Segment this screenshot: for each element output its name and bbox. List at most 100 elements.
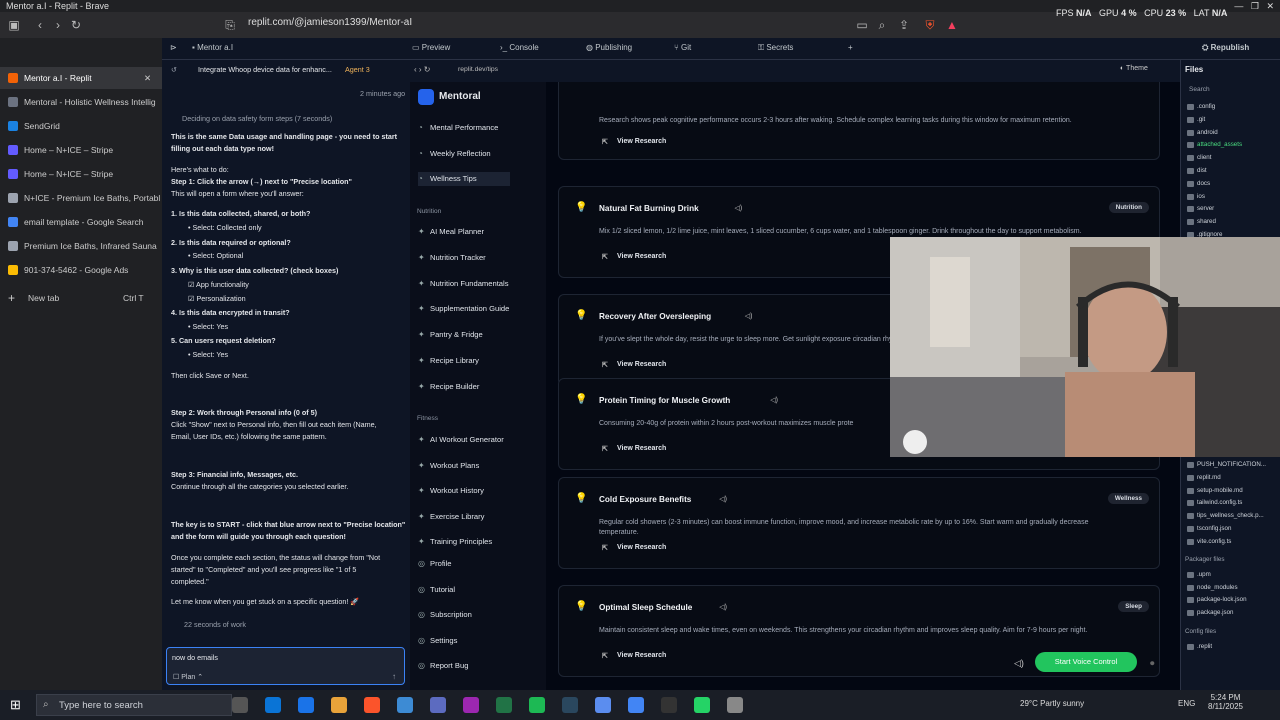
new-tab-button[interactable]: + New tab Ctrl T: [0, 287, 162, 309]
brave-shield-icon[interactable]: ⛨: [922, 17, 938, 33]
weather[interactable]: 29°C Partly sunny: [1020, 699, 1084, 708]
chat-input-box[interactable]: now do emails ☐ Plan ⌃ ↑: [166, 647, 405, 685]
file-item[interactable]: vite.config.ts: [1186, 537, 1231, 547]
file-item[interactable]: package-lock.json: [1187, 595, 1247, 605]
tab-git[interactable]: ⑂ Git: [674, 43, 691, 52]
file-item[interactable]: tailwind.config.ts: [1186, 498, 1242, 508]
sidebar-toggle-icon[interactable]: ▣: [6, 17, 22, 33]
browser-tab[interactable]: Home – N+ICE – Stripe: [0, 163, 162, 185]
nav-item[interactable]: ✦ Workout History: [418, 484, 484, 498]
browser-tab[interactable]: Home – N+ICE – Stripe: [0, 139, 162, 161]
taskbar-app-icon[interactable]: [298, 697, 314, 713]
file-item[interactable]: .upm: [1187, 570, 1211, 580]
taskbar-app-icon[interactable]: [496, 697, 512, 713]
file-item[interactable]: android: [1187, 128, 1218, 138]
tab-publishing[interactable]: ◍ Publishing: [586, 43, 632, 52]
nav-item[interactable]: ◎ Profile: [418, 557, 452, 571]
bookmark-icon[interactable]: ⎘: [222, 17, 238, 33]
nav-item[interactable]: ◎ Report Bug: [418, 659, 468, 673]
taskbar-app-icon[interactable]: [727, 697, 743, 713]
share-icon[interactable]: ⇪: [896, 17, 912, 33]
nav-item[interactable]: ✦ Nutrition Fundamentals: [418, 277, 509, 291]
view-research-link[interactable]: View Research: [602, 445, 666, 453]
browser-tab[interactable]: N+ICE - Premium Ice Baths, Portabl: [0, 187, 162, 209]
browser-tab[interactable]: Mentoral - Holistic Wellness Intellig: [0, 91, 162, 113]
taskbar-app-icon[interactable]: [397, 697, 413, 713]
nav-item[interactable]: ✦ AI Workout Generator: [418, 433, 504, 447]
taskbar-app-icon[interactable]: [628, 697, 644, 713]
file-item[interactable]: .config: [1186, 102, 1215, 112]
file-item[interactable]: package.json: [1186, 608, 1233, 618]
tab-secrets[interactable]: ⚿ Secrets: [758, 43, 793, 53]
file-item[interactable]: replit.md: [1187, 473, 1221, 483]
taskbar-search[interactable]: ⌕ Type here to search: [36, 694, 232, 716]
nav-item[interactable]: ✦ Recipe Library: [418, 354, 479, 368]
chat-input[interactable]: now do emails: [172, 653, 218, 662]
send-icon[interactable]: ↑: [392, 672, 396, 681]
browser-tab[interactable]: 901-374-5462 - Google Ads: [0, 259, 162, 281]
nav-item[interactable]: ◔ Wellness Tips: [418, 172, 510, 186]
nav-item[interactable]: ✦ Supplementation Guide: [418, 302, 509, 316]
zoom-icon[interactable]: ⌕: [874, 17, 890, 33]
window-controls[interactable]: — ❐ ✕: [1234, 0, 1274, 12]
file-item[interactable]: .git: [1186, 115, 1205, 125]
nav-item[interactable]: ✦ Workout Plans: [418, 459, 479, 473]
nav-item[interactable]: ✦ Exercise Library: [418, 510, 484, 524]
file-item[interactable]: ios: [1187, 192, 1205, 202]
file-item[interactable]: server: [1186, 204, 1214, 214]
taskbar-app-icon[interactable]: [232, 697, 248, 713]
view-research-link[interactable]: View Research: [602, 544, 666, 552]
browser-tab[interactable]: Premium Ice Baths, Infrared Sauna: [0, 235, 162, 257]
tab-console[interactable]: ›_ Console: [500, 43, 539, 52]
view-research-link[interactable]: View Research: [602, 138, 666, 146]
add-tab-icon[interactable]: +: [848, 43, 853, 52]
speaker-icon[interactable]: ◁): [745, 312, 753, 320]
taskbar-app-icon[interactable]: [265, 697, 281, 713]
taskbar-app-icon[interactable]: [694, 697, 710, 713]
file-item[interactable]: docs: [1186, 179, 1210, 189]
work-time[interactable]: 22 seconds of work: [184, 620, 246, 630]
tab-preview[interactable]: ▭ Preview: [412, 43, 450, 52]
nav-item[interactable]: ✦ Nutrition Tracker: [418, 251, 486, 265]
project-tab[interactable]: ▪ Mentor a.I: [192, 43, 233, 52]
browser-tab[interactable]: SendGrid: [0, 115, 162, 137]
address-bar[interactable]: replit.com/@jamieson1399/Mentor-aI: [248, 17, 412, 28]
file-item[interactable]: shared: [1187, 217, 1216, 227]
view-research-link[interactable]: View Research: [602, 361, 666, 369]
preview-nav-icons[interactable]: ‹ › ↻: [414, 65, 430, 74]
cast-icon[interactable]: ▭: [854, 17, 870, 33]
taskbar-app-icon[interactable]: [562, 697, 578, 713]
nav-item[interactable]: ◎ Settings: [418, 634, 457, 648]
view-research-link[interactable]: View Research: [602, 652, 666, 660]
file-item[interactable]: attached_assets: [1186, 140, 1242, 150]
file-item[interactable]: PUSH_NOTIFICATION...: [1187, 460, 1266, 470]
panel-toggle-icon[interactable]: ⊳: [170, 43, 177, 52]
language[interactable]: ENG: [1178, 699, 1195, 708]
taskbar-app-icon[interactable]: [331, 697, 347, 713]
file-item[interactable]: dist: [1187, 166, 1207, 176]
history-icon[interactable]: ↺: [171, 65, 177, 75]
speaker-icon[interactable]: ◁): [735, 204, 743, 212]
mic-icon[interactable]: ⏺: [1150, 658, 1155, 669]
file-search[interactable]: Search: [1189, 86, 1210, 93]
browser-tab[interactable]: email template - Google Search: [0, 211, 162, 233]
view-research-link[interactable]: View Research: [602, 253, 666, 261]
taskbar-app-icon[interactable]: [595, 697, 611, 713]
back-icon[interactable]: ‹: [32, 17, 48, 33]
taskbar-app-icon[interactable]: [463, 697, 479, 713]
nav-item[interactable]: ✦ Recipe Builder: [418, 380, 479, 394]
brave-rewards-icon[interactable]: ▲: [944, 17, 960, 33]
close-tab-icon[interactable]: ✕: [144, 67, 151, 89]
file-item[interactable]: client: [1186, 153, 1211, 163]
start-voice-control-button[interactable]: Start Voice Control: [1035, 652, 1137, 672]
file-item[interactable]: node_modules: [1187, 583, 1238, 593]
file-item[interactable]: .replit: [1186, 642, 1212, 652]
browser-tab[interactable]: Mentor a.I - Replit ✕: [0, 67, 162, 89]
start-icon[interactable]: ⊞: [10, 697, 21, 713]
speaker-icon[interactable]: ◁): [719, 603, 727, 611]
nav-item[interactable]: ◔ Mental Performance: [418, 121, 498, 135]
forward-icon[interactable]: ›: [50, 17, 66, 33]
nav-item[interactable]: ◎ Subscription: [418, 608, 472, 622]
clock[interactable]: 5:24 PM 8/11/2025: [1208, 693, 1243, 711]
taskbar-app-icon[interactable]: [430, 697, 446, 713]
